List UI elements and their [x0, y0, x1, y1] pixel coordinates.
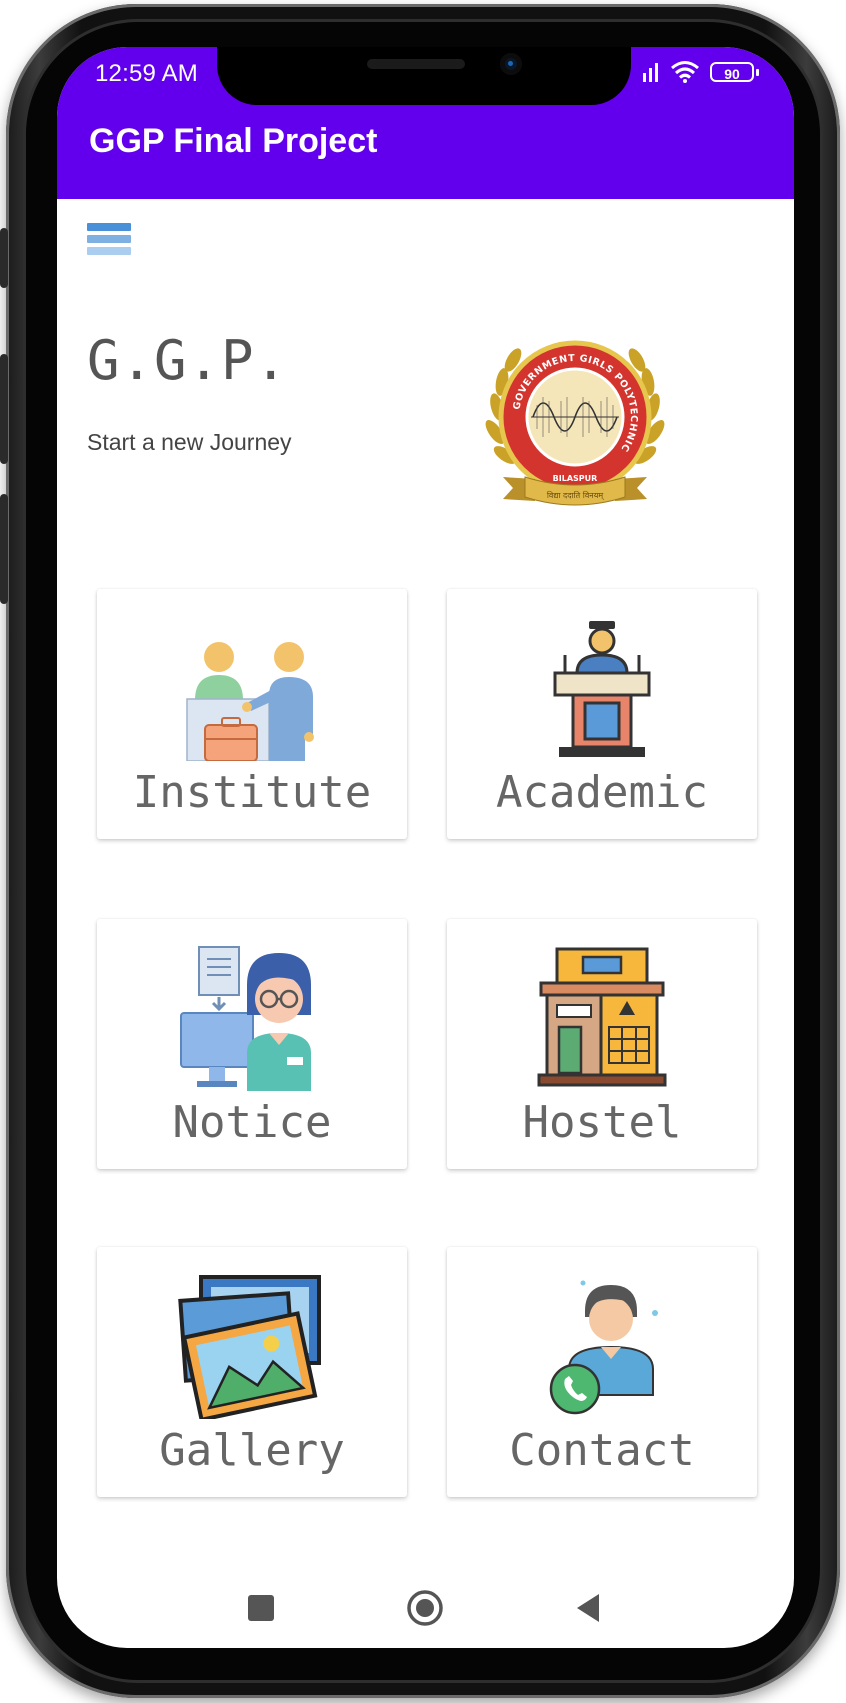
card-label: Contact [509, 1425, 695, 1476]
gallery-icon [178, 1275, 321, 1419]
academic-card[interactable]: Academic [447, 589, 757, 839]
notice-card[interactable]: Notice [97, 919, 407, 1169]
card-label: Notice [172, 1097, 332, 1148]
logo-ribbon-text: विद्या ददाति विनयम् [547, 490, 605, 501]
contact-icon [549, 1280, 658, 1415]
hostel-card[interactable]: Hostel [447, 919, 757, 1169]
reception-icon [186, 642, 314, 761]
brand-title: G.G.P. [87, 329, 289, 392]
app-title: GGP Final Project [89, 122, 378, 160]
wifi-icon [671, 61, 699, 83]
college-logo: GOVERNMENT GIRLS POLYTECHNIC BILASPUR वि… [485, 340, 665, 506]
contact-card[interactable]: Contact [447, 1247, 757, 1497]
hamburger-menu-icon[interactable] [87, 223, 131, 267]
system-nav-bar [57, 1574, 794, 1648]
card-label: Hostel [522, 1097, 682, 1148]
earpiece-speaker [367, 59, 465, 69]
status-time: 12:59 AM [95, 60, 199, 87]
screen: 12:59 AM 90 GGP Final Project G.G.P. Sta… [57, 47, 794, 1648]
card-label: Gallery [159, 1425, 345, 1476]
notice-icon [180, 946, 311, 1091]
signal-icon [643, 63, 658, 82]
app-bar: 12:59 AM 90 GGP Final Project [57, 47, 794, 199]
battery-icon: 90 [710, 62, 759, 82]
card-label: Academic [496, 767, 708, 818]
volume-button [0, 354, 8, 464]
gallery-card[interactable]: Gallery [97, 1247, 407, 1497]
volume-button [0, 228, 8, 288]
hostel-icon [537, 947, 667, 1087]
volume-button [0, 494, 8, 604]
lectern-icon [553, 621, 651, 757]
camera-notch [217, 47, 631, 105]
recents-square-icon[interactable] [241, 1588, 281, 1628]
status-icons: 90 [642, 59, 759, 85]
brand-tagline: Start a new Journey [87, 429, 292, 455]
front-camera [500, 53, 522, 75]
institute-card[interactable]: Institute [97, 589, 407, 839]
home-circle-icon[interactable] [405, 1588, 445, 1628]
logo-city-text: BILASPUR [553, 474, 598, 483]
card-label: Institute [132, 767, 372, 818]
back-triangle-icon[interactable] [569, 1588, 609, 1628]
